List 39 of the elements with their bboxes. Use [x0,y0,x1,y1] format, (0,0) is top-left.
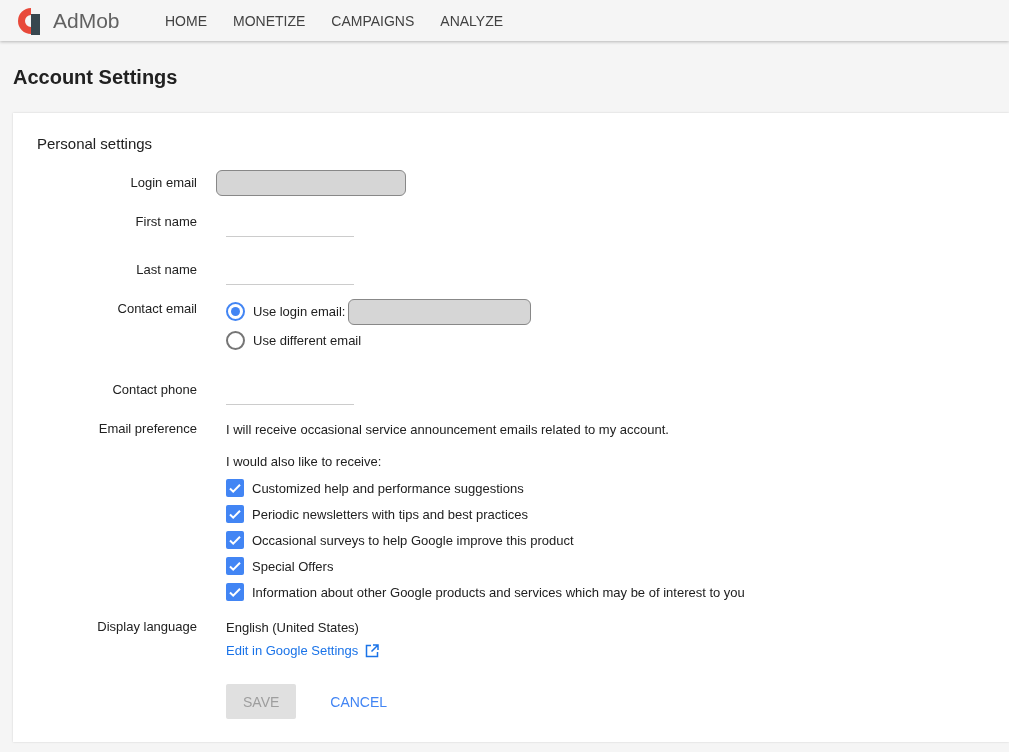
checkbox[interactable] [226,557,244,575]
field-label: First name [134,213,197,231]
page-title: Account Settings [12,65,179,90]
checkbox[interactable] [226,583,244,601]
preference-note: I will receive occasional service announcement emails related to my account. [226,421,670,437]
external-link-icon [365,643,380,658]
preference-subnote: I would also like to receive: [226,453,383,469]
google-settings-link[interactable]: Edit in Google Settings [226,643,380,658]
checkmark-icon [228,585,242,599]
radio-button[interactable] [226,302,245,321]
field-label: Last name [135,261,197,279]
checkbox-option[interactable]: Periodic newsletters with tips and best practices [226,501,745,527]
radio-option[interactable]: Use different email [226,326,531,355]
logo-text: AdMob [53,8,120,33]
nav-link[interactable]: MONETIZE [233,12,306,29]
checkmark-icon [228,559,242,573]
checkbox[interactable] [226,505,244,523]
checkbox[interactable] [226,531,244,549]
radio-option[interactable]: Use login email: [226,297,531,326]
radio-button[interactable] [226,331,245,350]
checkmark-icon [228,481,242,495]
checkmark-icon [228,507,242,521]
section-title: Personal settings [37,135,154,152]
nav-link[interactable]: CAMPAIGNS [331,12,415,29]
field-label: Email preference [97,421,197,438]
checkbox-option[interactable]: Special Offers [226,553,745,579]
checkbox-option[interactable]: Occasional surveys to help Google improve this product [226,527,745,553]
checkmark-icon [228,533,242,547]
field-label: Login email [129,174,197,192]
checkbox[interactable] [226,479,244,497]
checkbox-option[interactable]: Customized help and performance suggestions [226,475,745,501]
field-label: Contact phone [111,381,197,399]
nav-link[interactable]: ANALYZE [440,12,504,29]
cancel-button[interactable]: CANCEL [313,684,405,719]
field-label: Display language [96,619,197,636]
field-label: Contact email [116,300,197,318]
language-value: English (United States) [226,619,360,635]
nav-link[interactable]: HOME [165,12,207,29]
checkbox-option[interactable]: Information about other Google products and services which may be of interest to you [226,579,745,605]
